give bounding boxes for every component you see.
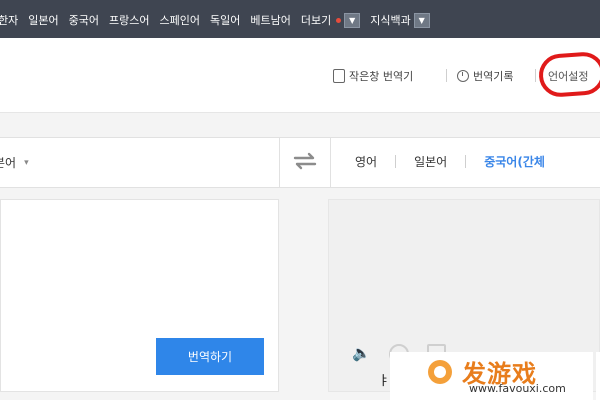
top-nav-item-label: 중국어 bbox=[68, 14, 99, 27]
target-language-tab[interactable]: 일본어 bbox=[414, 153, 447, 170]
swap-languages-button[interactable] bbox=[279, 138, 331, 187]
top-nav-item-label: 더보기 bbox=[300, 14, 332, 27]
watermark-logo-icon bbox=[428, 360, 452, 384]
top-nav-item[interactable]: 지식백과 ▼ bbox=[370, 12, 430, 28]
watermark-url: www.favouxi.com bbox=[469, 382, 566, 395]
target-language-tabs: 영어 일본어 중국어(간체 bbox=[355, 153, 545, 170]
translate-button[interactable]: 번역하기 bbox=[156, 338, 264, 375]
watermark-left-char: ㅑ bbox=[378, 374, 390, 389]
top-nav-item[interactable]: 독일어 bbox=[210, 12, 240, 28]
top-nav-item-label: 독일어 bbox=[209, 14, 241, 27]
top-nav-item[interactable]: 중국어 bbox=[69, 12, 99, 28]
top-nav-item-label: 베트남어 bbox=[250, 14, 291, 27]
top-nav-item-label: 일본어 bbox=[28, 14, 59, 27]
watermark-overlay: ㅑ 发游戏 www.favouxi.com bbox=[378, 352, 593, 400]
dropdown-arrow-icon[interactable]: ▼ bbox=[344, 12, 361, 28]
history-label: 번역기록 bbox=[473, 70, 514, 83]
source-language-label: 본어 bbox=[0, 156, 17, 170]
new-badge-dot bbox=[336, 17, 342, 23]
clock-icon bbox=[457, 70, 469, 82]
top-nav-items: 한자 일본어 중국어 프랑스어 스페인어 독일어 베트남어 더보기 ▼ 지식백과 ▼ bbox=[0, 12, 430, 28]
top-nav-item[interactable]: 한자 bbox=[0, 12, 18, 28]
highlight-circle-annotation bbox=[537, 50, 600, 99]
source-language-dropdown[interactable]: 본어 ▾ bbox=[0, 154, 29, 171]
top-nav-item[interactable]: 스페인어 bbox=[159, 12, 199, 28]
top-nav-item-label: 스페인어 bbox=[159, 14, 200, 27]
top-navigation-bar: 한자 일본어 중국어 프랑스어 스페인어 독일어 베트남어 더보기 ▼ 지식백과 ▼ bbox=[0, 0, 600, 38]
chevron-down-icon: ▾ bbox=[24, 157, 29, 168]
phone-translator-label: 작은창 번역기 bbox=[349, 70, 414, 83]
swap-icon bbox=[291, 151, 319, 175]
tab-divider bbox=[395, 155, 397, 168]
top-nav-item[interactable]: 프랑스어 bbox=[109, 12, 149, 28]
language-selector-bar: 본어 ▾ 영어 일본어 중국어(간체 bbox=[0, 137, 600, 188]
dropdown-arrow-icon[interactable]: ▼ bbox=[413, 12, 430, 28]
phone-icon bbox=[333, 69, 345, 83]
toolbar-divider bbox=[535, 69, 536, 82]
target-language-tab[interactable]: 중국어(간체 bbox=[484, 153, 545, 170]
page-edge bbox=[596, 352, 600, 400]
translator-toolbar: 작은창 번역기 번역기록 언어설정 bbox=[0, 38, 600, 113]
tab-divider bbox=[465, 155, 467, 168]
phone-translator-button[interactable]: 작은창 번역기 bbox=[333, 68, 413, 84]
top-nav-item[interactable]: 베트남어 bbox=[250, 12, 290, 28]
top-nav-item[interactable]: 일본어 bbox=[28, 12, 58, 28]
history-button[interactable]: 번역기록 bbox=[457, 68, 513, 84]
toolbar-divider bbox=[446, 69, 447, 82]
top-nav-item-label: 한자 bbox=[0, 14, 19, 27]
speaker-icon[interactable]: 🔈 bbox=[352, 344, 371, 364]
top-nav-item-label: 프랑스어 bbox=[109, 14, 150, 27]
target-language-tab[interactable]: 영어 bbox=[355, 153, 377, 170]
top-nav-item-label: 지식백과 bbox=[370, 14, 411, 27]
top-nav-item[interactable]: 더보기 ▼ bbox=[300, 12, 361, 28]
